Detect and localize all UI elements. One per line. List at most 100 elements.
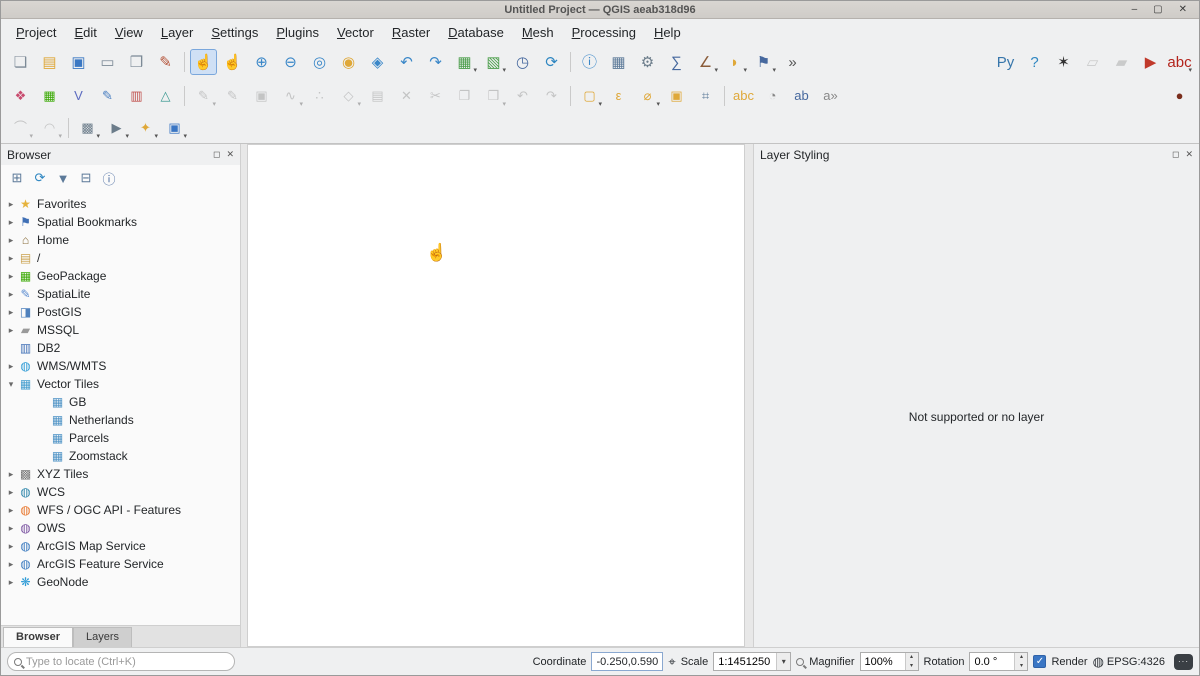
new-virtual-layer-button[interactable]: ▥ xyxy=(123,83,150,109)
globe-button[interactable]: ● xyxy=(1166,83,1193,109)
minimize-button[interactable]: – xyxy=(1132,2,1138,18)
expander-icon[interactable]: ▸ xyxy=(5,523,17,534)
close-panel-icon[interactable]: ✕ xyxy=(1185,149,1193,160)
tree-item-parcels[interactable]: ▦ Parcels xyxy=(1,429,240,447)
menu-item-layer[interactable]: Layer xyxy=(152,21,203,44)
tree-item-gb[interactable]: ▦ GB xyxy=(1,393,240,411)
cut-features-button[interactable]: ✂ xyxy=(422,83,449,109)
field-calculator-button[interactable]: ⌗ xyxy=(692,83,719,109)
rotation-spin-buttons[interactable]: ▴ ▾ xyxy=(1014,653,1027,670)
select-by-form-button[interactable]: ▣ xyxy=(663,83,690,109)
show-layout-manager-button[interactable]: ❒ xyxy=(123,49,150,75)
python-console-button[interactable]: Py xyxy=(992,49,1019,75)
scale-dropdown-icon[interactable]: ▾ xyxy=(776,653,790,670)
menu-item-project[interactable]: Project xyxy=(7,21,65,44)
rotation-input[interactable] xyxy=(970,653,1014,670)
expander-icon[interactable]: ▸ xyxy=(5,307,17,318)
scale-combo[interactable]: ▾ xyxy=(713,652,791,671)
new-map-view-button[interactable]: ▦ xyxy=(451,49,478,75)
expander-icon[interactable]: ▸ xyxy=(5,541,17,552)
redo-button[interactable]: ↷ xyxy=(538,83,565,109)
move-annotation-button[interactable]: ▶ xyxy=(103,115,130,141)
new-spatialite-layer-button[interactable]: ✎ xyxy=(94,83,121,109)
close-panel-icon[interactable]: ✕ xyxy=(226,149,234,160)
menu-item-database[interactable]: Database xyxy=(439,21,513,44)
undo-button[interactable]: ↶ xyxy=(509,83,536,109)
tree-item-postgis[interactable]: ▸ ◨ PostGIS xyxy=(1,303,240,321)
refresh-map-button[interactable]: ⟳ xyxy=(538,49,565,75)
new-geopackage-layer-button[interactable]: ▦ xyxy=(36,83,63,109)
open-project-button[interactable]: ▤ xyxy=(36,49,63,75)
select-features-button[interactable]: ▢ xyxy=(576,83,603,109)
zoom-in-button[interactable]: ⊕ xyxy=(248,49,275,75)
tree-item-netherlands[interactable]: ▦ Netherlands xyxy=(1,411,240,429)
expander-icon[interactable]: ▾ xyxy=(5,379,17,390)
maximize-button[interactable]: ▢ xyxy=(1153,2,1162,18)
menu-item-vector[interactable]: Vector xyxy=(328,21,383,44)
deselect-all-button[interactable]: ⌀ xyxy=(634,83,661,109)
properties-widget-button[interactable]: ⓘ xyxy=(99,168,119,188)
expander-icon[interactable]: ▸ xyxy=(5,199,17,210)
dock-tab-browser[interactable]: Browser xyxy=(3,627,73,647)
layer-labeling-button[interactable]: abc xyxy=(730,83,757,109)
map-canvas[interactable]: ☝ xyxy=(247,144,745,647)
new-mesh-layer-button[interactable]: △ xyxy=(152,83,179,109)
scale-input[interactable] xyxy=(714,653,776,670)
pan-to-selection-button[interactable]: ☝ xyxy=(219,49,246,75)
float-panel-icon[interactable]: ◻ xyxy=(213,149,220,160)
digitize-with-segment-button[interactable]: ∿ xyxy=(277,83,304,109)
tree-item-arcgis-map-service[interactable]: ▸ ◍ ArcGIS Map Service xyxy=(1,537,240,555)
expander-icon[interactable]: ▸ xyxy=(5,271,17,282)
expander-icon[interactable]: ▸ xyxy=(5,325,17,336)
tree-item-wms-wmts[interactable]: ▸ ◍ WMS/WMTS xyxy=(1,357,240,375)
magnifier-input[interactable] xyxy=(861,653,905,670)
magnifier-spin-buttons[interactable]: ▴ ▾ xyxy=(905,653,918,670)
spin-up-icon[interactable]: ▴ xyxy=(906,653,918,662)
zoom-out-button[interactable]: ⊖ xyxy=(277,49,304,75)
map-tips-button[interactable]: ◗ xyxy=(721,49,748,75)
new-spatial-bookmark-button[interactable]: ⚑ xyxy=(750,49,777,75)
right-splitter[interactable] xyxy=(745,144,753,647)
rotation-spinbox[interactable]: ▴ ▾ xyxy=(969,652,1028,671)
menu-item-help[interactable]: Help xyxy=(645,21,690,44)
tree-item-arcgis-feature-service[interactable]: ▸ ◍ ArcGIS Feature Service xyxy=(1,555,240,573)
paste-features-button[interactable]: ❒ xyxy=(480,83,507,109)
tree-item-ows[interactable]: ▸ ◍ OWS xyxy=(1,519,240,537)
circular-string-button[interactable]: ⌒ xyxy=(7,115,34,141)
spin-down-icon[interactable]: ▾ xyxy=(1015,662,1027,671)
locate-input[interactable] xyxy=(26,656,228,668)
close-button[interactable]: ✕ xyxy=(1179,2,1187,18)
expander-icon[interactable]: ▸ xyxy=(5,289,17,300)
rule-labeling-button[interactable]: a» xyxy=(817,83,844,109)
open-attribute-table-button[interactable]: ▦ xyxy=(605,49,632,75)
zoom-to-layer-button[interactable]: ◈ xyxy=(364,49,391,75)
tree-item-wcs[interactable]: ▸ ◍ WCS xyxy=(1,483,240,501)
tree-item-favorites[interactable]: ▸ ★ Favorites xyxy=(1,195,240,213)
show-hide-labels-button[interactable]: abc xyxy=(1166,49,1193,75)
pin-labels-button[interactable]: ▶ xyxy=(1137,49,1164,75)
expander-icon[interactable]: ▸ xyxy=(5,469,17,480)
vertex-tool-button[interactable]: ◇ xyxy=(335,83,362,109)
single-labeling-button[interactable]: ab xyxy=(788,83,815,109)
tree-item-spatialite[interactable]: ▸ ✎ SpatiaLite xyxy=(1,285,240,303)
menu-item-view[interactable]: View xyxy=(106,21,152,44)
statistical-summary-button[interactable]: ∑ xyxy=(663,49,690,75)
new-3d-map-view-button[interactable]: ▧ xyxy=(480,49,507,75)
modify-attributes-button[interactable]: ▤ xyxy=(364,83,391,109)
checkerboard-fill-button[interactable]: ▩ xyxy=(74,115,101,141)
new-annotation-button[interactable]: ▣ xyxy=(161,115,188,141)
expander-icon[interactable]: ▸ xyxy=(5,559,17,570)
expander-icon[interactable]: ▸ xyxy=(5,235,17,246)
tree-item-wfs-ogc-api-features[interactable]: ▸ ◍ WFS / OGC API - Features xyxy=(1,501,240,519)
measure-button[interactable]: ∠ xyxy=(692,49,719,75)
tree-item-home[interactable]: ▸ ⌂ Home xyxy=(1,231,240,249)
menu-item-plugins[interactable]: Plugins xyxy=(267,21,328,44)
filter-browser-button[interactable]: ▼ xyxy=(53,168,73,188)
refresh-browser-button[interactable]: ⟳ xyxy=(30,168,50,188)
menu-item-edit[interactable]: Edit xyxy=(65,21,105,44)
expander-icon[interactable]: ▸ xyxy=(5,361,17,372)
report-bug-button[interactable]: ✶ xyxy=(1050,49,1077,75)
new-shapefile-layer-button[interactable]: V xyxy=(65,83,92,109)
tree-item-vector-tiles[interactable]: ▾ ▦ Vector Tiles xyxy=(1,375,240,393)
tree-item-spatial-bookmarks[interactable]: ▸ ⚑ Spatial Bookmarks xyxy=(1,213,240,231)
